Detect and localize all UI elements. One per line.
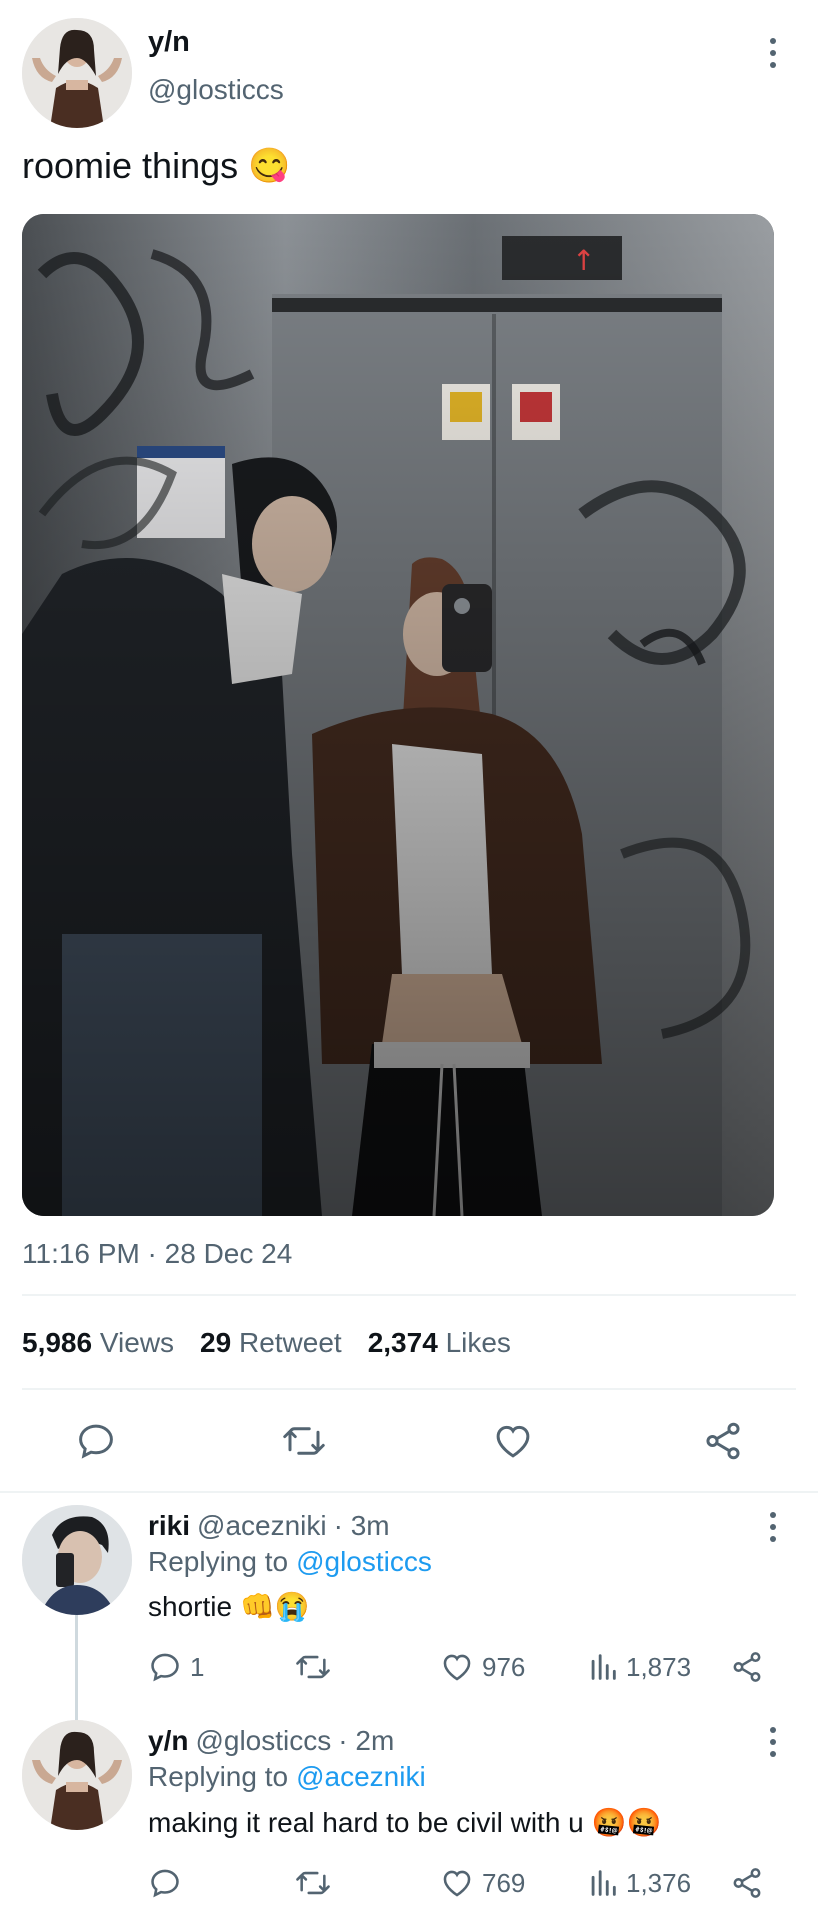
replying-to: Replying to @glosticcs bbox=[148, 1546, 432, 1578]
retweet-button[interactable] bbox=[294, 1866, 332, 1900]
reply-avatar[interactable] bbox=[22, 1505, 132, 1615]
retweet-button[interactable] bbox=[294, 1650, 332, 1684]
post-text-row: roomie things 😋 bbox=[22, 145, 290, 187]
share-button[interactable] bbox=[730, 1866, 764, 1905]
reply-handle[interactable]: @acezniki bbox=[197, 1510, 327, 1542]
divider bbox=[0, 1491, 818, 1493]
reply-emoji: 🤬🤬 bbox=[591, 1807, 662, 1838]
more-options-icon[interactable] bbox=[768, 38, 778, 68]
likes-label: Likes bbox=[445, 1327, 511, 1358]
reply-header: riki @acezniki · 3m bbox=[148, 1510, 390, 1542]
avatar-portrait-icon bbox=[22, 1720, 132, 1830]
like-count: 769 bbox=[482, 1867, 526, 1898]
reply-icon bbox=[151, 1869, 179, 1898]
analytics-icon bbox=[591, 1654, 616, 1680]
post-stats: 5,986 Views 29 Retweet 2,374 Likes bbox=[22, 1327, 511, 1359]
share-icon bbox=[733, 1868, 761, 1898]
replying-to-link[interactable]: @glosticcs bbox=[296, 1546, 432, 1578]
replying-to-link[interactable]: @acezniki bbox=[296, 1761, 426, 1793]
reply-count: 1 bbox=[190, 1651, 205, 1682]
likes-stat[interactable]: 2,374 Likes bbox=[368, 1327, 511, 1359]
avatar-portrait-icon bbox=[22, 18, 132, 128]
share-icon bbox=[706, 1422, 740, 1460]
replying-label: Replying to bbox=[148, 1546, 289, 1577]
reply-emoji: 👊😭 bbox=[240, 1591, 310, 1622]
likes-count: 2,374 bbox=[367, 1327, 438, 1358]
retweet-icon bbox=[296, 1871, 330, 1895]
like-count: 976 bbox=[482, 1651, 526, 1682]
reply-time: · 3m bbox=[333, 1510, 390, 1541]
thread-line bbox=[75, 1615, 78, 1720]
view-count: 1,376 bbox=[626, 1867, 692, 1898]
avatar-portrait-icon bbox=[22, 1505, 132, 1615]
analytics-icon bbox=[591, 1870, 616, 1896]
divider bbox=[22, 1388, 796, 1390]
retweet-label: Retweet bbox=[238, 1327, 342, 1358]
like-button[interactable]: 769 bbox=[440, 1866, 525, 1900]
divider bbox=[22, 1294, 796, 1296]
author-name[interactable]: y/n bbox=[148, 26, 190, 59]
reply-text: shortie bbox=[148, 1590, 233, 1622]
views-label: Views bbox=[99, 1327, 175, 1358]
author-avatar[interactable] bbox=[22, 18, 132, 128]
heart-icon bbox=[443, 1654, 471, 1681]
reply-header: y/n @glosticcs · 2m bbox=[148, 1725, 394, 1757]
retweet-icon bbox=[283, 1427, 325, 1455]
post-text: roomie things bbox=[22, 145, 239, 186]
reply-name[interactable]: riki bbox=[148, 1510, 190, 1542]
views-count: 5,986 bbox=[22, 1327, 93, 1358]
retweet-icon bbox=[296, 1655, 330, 1679]
author-handle[interactable]: @glosticcs bbox=[148, 74, 284, 106]
view-count: 1,873 bbox=[626, 1651, 692, 1682]
reply-avatar[interactable] bbox=[22, 1720, 132, 1830]
more-options-icon[interactable] bbox=[768, 1512, 778, 1542]
reply-button[interactable] bbox=[148, 1866, 190, 1900]
reply-icon bbox=[79, 1424, 113, 1459]
retweet-stat[interactable]: 29 Retweet bbox=[200, 1327, 342, 1359]
heart-icon bbox=[496, 1425, 530, 1458]
reply-button[interactable] bbox=[75, 1420, 117, 1467]
reply-text: making it real hard to be civil with u bbox=[148, 1806, 584, 1838]
like-button[interactable] bbox=[492, 1420, 534, 1467]
share-button[interactable] bbox=[702, 1420, 744, 1467]
more-options-icon[interactable] bbox=[768, 1727, 778, 1757]
retweet-count: 29 bbox=[200, 1327, 232, 1358]
heart-icon bbox=[443, 1870, 471, 1897]
views-button[interactable]: 1,376 bbox=[588, 1866, 691, 1900]
reply-name[interactable]: y/n bbox=[148, 1725, 188, 1757]
share-icon bbox=[733, 1652, 761, 1682]
like-button[interactable]: 976 bbox=[440, 1650, 525, 1684]
elevator-selfie-image: ↑ bbox=[22, 214, 774, 1216]
post-photo[interactable]: ↑ bbox=[22, 214, 774, 1216]
reply-icon bbox=[151, 1653, 179, 1682]
reply-handle[interactable]: @glosticcs bbox=[195, 1725, 331, 1757]
share-button[interactable] bbox=[730, 1650, 764, 1689]
replying-to: Replying to @acezniki bbox=[148, 1761, 426, 1793]
views-stat[interactable]: 5,986 Views bbox=[22, 1327, 174, 1359]
replying-label: Replying to bbox=[148, 1761, 289, 1792]
reply-text-row: making it real hard to be civil with u 🤬… bbox=[148, 1806, 661, 1839]
reply-text-row: shortie 👊😭 bbox=[148, 1590, 310, 1623]
post-emoji: 😋 bbox=[248, 147, 291, 185]
post-timestamp: 11:16 PM · 28 Dec 24 bbox=[22, 1238, 293, 1269]
reply-button[interactable]: 1 bbox=[148, 1650, 204, 1684]
reply-time: · 2m bbox=[338, 1725, 395, 1756]
retweet-button[interactable] bbox=[281, 1420, 327, 1467]
views-button[interactable]: 1,873 bbox=[588, 1650, 691, 1684]
